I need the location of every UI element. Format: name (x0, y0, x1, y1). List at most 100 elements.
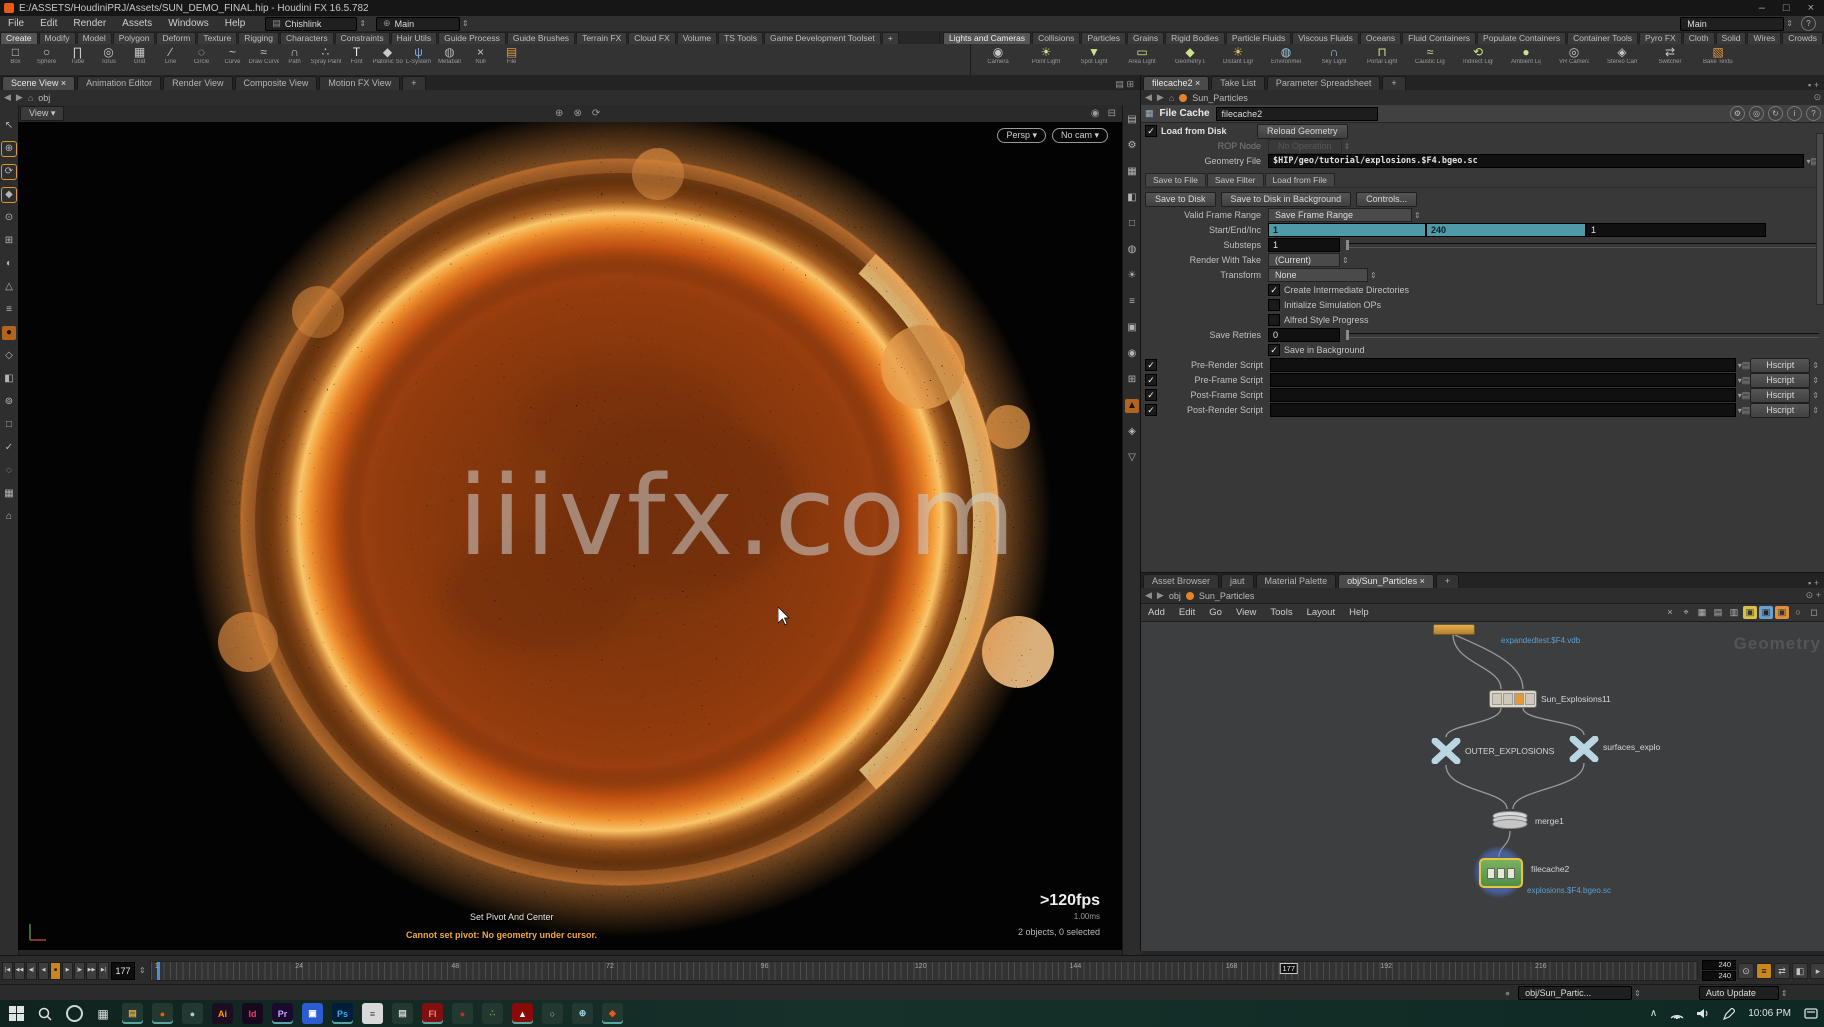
taskbar-app-icon[interactable]: ▤ (392, 1003, 413, 1024)
pane-tab[interactable]: obj/Sun_Particles × (1338, 574, 1434, 588)
shelf-tab[interactable]: Lights and Cameras (943, 32, 1031, 44)
pane-tab[interactable]: + (1382, 76, 1405, 90)
pane-tab[interactable]: Parameter Spreadsheet (1267, 76, 1381, 90)
shelf-tool[interactable]: ≈ Draw Curve (248, 44, 279, 75)
script-file-icon[interactable]: ▤ (1742, 360, 1751, 371)
pane-tab[interactable]: Asset Browser (1143, 574, 1219, 588)
shelf-tool[interactable]: ∏ Tube (62, 44, 93, 75)
network-menu-item[interactable]: View (1229, 607, 1263, 618)
view-tab[interactable]: View ▾ (20, 106, 64, 121)
desktop-selector[interactable]: ▤ Chishlink (265, 17, 357, 31)
shelf-tool[interactable]: ⟲ Indirect Light (1454, 44, 1502, 75)
close-button[interactable]: × (1808, 2, 1814, 14)
shelf-tab[interactable]: Volume (677, 32, 717, 44)
side-tool-icon[interactable]: ⊙ (2, 211, 16, 225)
network-toolbar-icon[interactable]: ◻ (1807, 606, 1821, 619)
shelf-tool[interactable]: ~ Curve (217, 44, 248, 75)
shelf-tool[interactable]: ◌ Circle (186, 44, 217, 75)
network-toolbar-icon[interactable]: ⌖ (1679, 606, 1693, 619)
notification-icon[interactable] (1804, 1008, 1818, 1020)
display-option-icon[interactable]: ◉ (1125, 347, 1139, 361)
main-spinner[interactable]: ⇕ (462, 19, 469, 28)
script-enable-checkbox[interactable]: ✓ (1145, 404, 1157, 416)
taskbar-app-icon[interactable]: ▲ (512, 1003, 533, 1024)
display-option-icon[interactable]: ▦ (1125, 165, 1139, 179)
shelf-tab[interactable]: Cloud FX (628, 32, 675, 44)
network-canvas[interactable]: Geometry expandedtest.$F4.vdb Sun_Explos… (1141, 622, 1824, 951)
shelf-tab[interactable]: Polygon (113, 32, 156, 44)
network-menu-item[interactable]: Help (1342, 607, 1376, 618)
file-import-node[interactable] (1433, 624, 1475, 635)
main-desktop-selector[interactable]: ⊕ Main (376, 17, 460, 31)
menu-item[interactable]: Help (217, 18, 254, 29)
reload-geometry-button[interactable]: Reload Geometry (1257, 124, 1348, 139)
taskbar-app-icon[interactable]: Id (242, 1003, 263, 1024)
help-icon[interactable]: ? (1801, 16, 1816, 31)
shelf-tool[interactable]: ▭ Area Light (1118, 44, 1166, 75)
presets-icon[interactable]: ◎ (1749, 106, 1764, 121)
node-name-field[interactable]: filecache2 (1216, 107, 1378, 121)
shelf-tab[interactable]: Game Development Toolset (764, 32, 881, 44)
script-file-icon[interactable]: ▤ (1742, 405, 1751, 416)
filecache-node[interactable] (1479, 858, 1523, 888)
pane-tab[interactable]: Render View (163, 76, 232, 90)
back-icon[interactable]: ◀ (1145, 92, 1152, 103)
transform-dropdown[interactable]: None (1268, 268, 1368, 282)
pane-tab[interactable]: Material Palette (1256, 574, 1337, 588)
shelf-tool[interactable]: ◈ Stereo Camera (1598, 44, 1646, 75)
playback-button[interactable]: ◀| (26, 962, 37, 980)
forward-icon[interactable]: ▶ (1157, 92, 1164, 103)
shelf-tab[interactable]: Collisions (1032, 32, 1080, 44)
shelf-tab[interactable]: TS Tools (718, 32, 763, 44)
taskbar-app-icon[interactable]: ∴ (482, 1003, 503, 1024)
network-menu-item[interactable]: Go (1202, 607, 1229, 618)
shelf-tool[interactable]: ψ L-System (403, 44, 434, 75)
display-option-icon[interactable]: ≡ (1125, 295, 1139, 309)
shelf-tool[interactable]: ● Ambient Light (1502, 44, 1550, 75)
shelf-tab[interactable]: Modify (39, 32, 76, 44)
network-toolbar-icon[interactable]: ○ (1791, 606, 1805, 619)
shelf-tool[interactable]: ▦ Grid (124, 44, 155, 75)
pane-menu-icon[interactable]: ▪ (1808, 578, 1811, 588)
geometry-file-field[interactable]: $HIP/geo/tutorial/explosions.$F4.bgeo.sc (1268, 154, 1804, 168)
taskbar-app-icon[interactable]: ≡ (362, 1003, 383, 1024)
display-option-icon[interactable]: ▽ (1125, 451, 1139, 465)
folder-tab[interactable]: Save to File (1145, 173, 1206, 186)
frame-marker[interactable]: 177 (1280, 963, 1299, 974)
shelf-tool[interactable]: ∩ Path (279, 44, 310, 75)
pen-settings-icon[interactable] (1723, 1008, 1735, 1020)
save-retries-slider[interactable] (1346, 333, 1819, 338)
playback-button[interactable]: ▶| (98, 962, 109, 980)
start-button[interactable] (6, 1004, 26, 1024)
range-end-fields[interactable]: 240 240 (1702, 960, 1736, 981)
shelf-tab[interactable]: Guide Brushes (507, 32, 575, 44)
display-option-icon[interactable]: ◈ (1125, 425, 1139, 439)
playback-button[interactable]: |◀ (2, 962, 13, 980)
display-option-icon[interactable]: ◧ (1125, 191, 1139, 205)
folder-tab[interactable]: Save Filter (1207, 173, 1264, 186)
shelf-tool[interactable]: ∕ Line (155, 44, 186, 75)
display-option-icon[interactable]: ▲ (1125, 399, 1139, 413)
shelf-tool[interactable]: ◎ VR Camera (1550, 44, 1598, 75)
forward-icon[interactable]: ▶ (16, 92, 23, 103)
script-file-icon[interactable]: ▤ (1742, 390, 1751, 401)
playbar-option-icon[interactable]: ⊙ (1738, 963, 1754, 979)
side-tool-icon[interactable]: ⊕ (2, 142, 16, 156)
switch-node[interactable] (1489, 690, 1537, 708)
display-option-icon[interactable]: □ (1125, 217, 1139, 231)
menu-item[interactable]: Assets (114, 18, 160, 29)
layout-icon[interactable]: ⊟ (1108, 108, 1116, 119)
pane-menu-icon[interactable]: ▪ (1808, 80, 1811, 90)
action-button[interactable]: Save to Disk in Background (1221, 192, 1352, 207)
network-menu-item[interactable]: Layout (1300, 607, 1343, 618)
menu-item[interactable]: Edit (32, 18, 65, 29)
shelf-tab[interactable]: Solid (1716, 32, 1747, 44)
display-option-icon[interactable]: ▤ (1125, 113, 1139, 127)
shelf-tab[interactable]: Texture (197, 32, 237, 44)
side-tool-icon[interactable]: △ (2, 280, 16, 294)
network-menu-item[interactable]: Edit (1172, 607, 1202, 618)
shelf-tab[interactable]: Rigging (238, 32, 279, 44)
script-field[interactable] (1270, 403, 1736, 417)
script-enable-checkbox[interactable]: ✓ (1145, 374, 1157, 386)
clock[interactable]: 10:06 PM (1748, 1008, 1791, 1019)
